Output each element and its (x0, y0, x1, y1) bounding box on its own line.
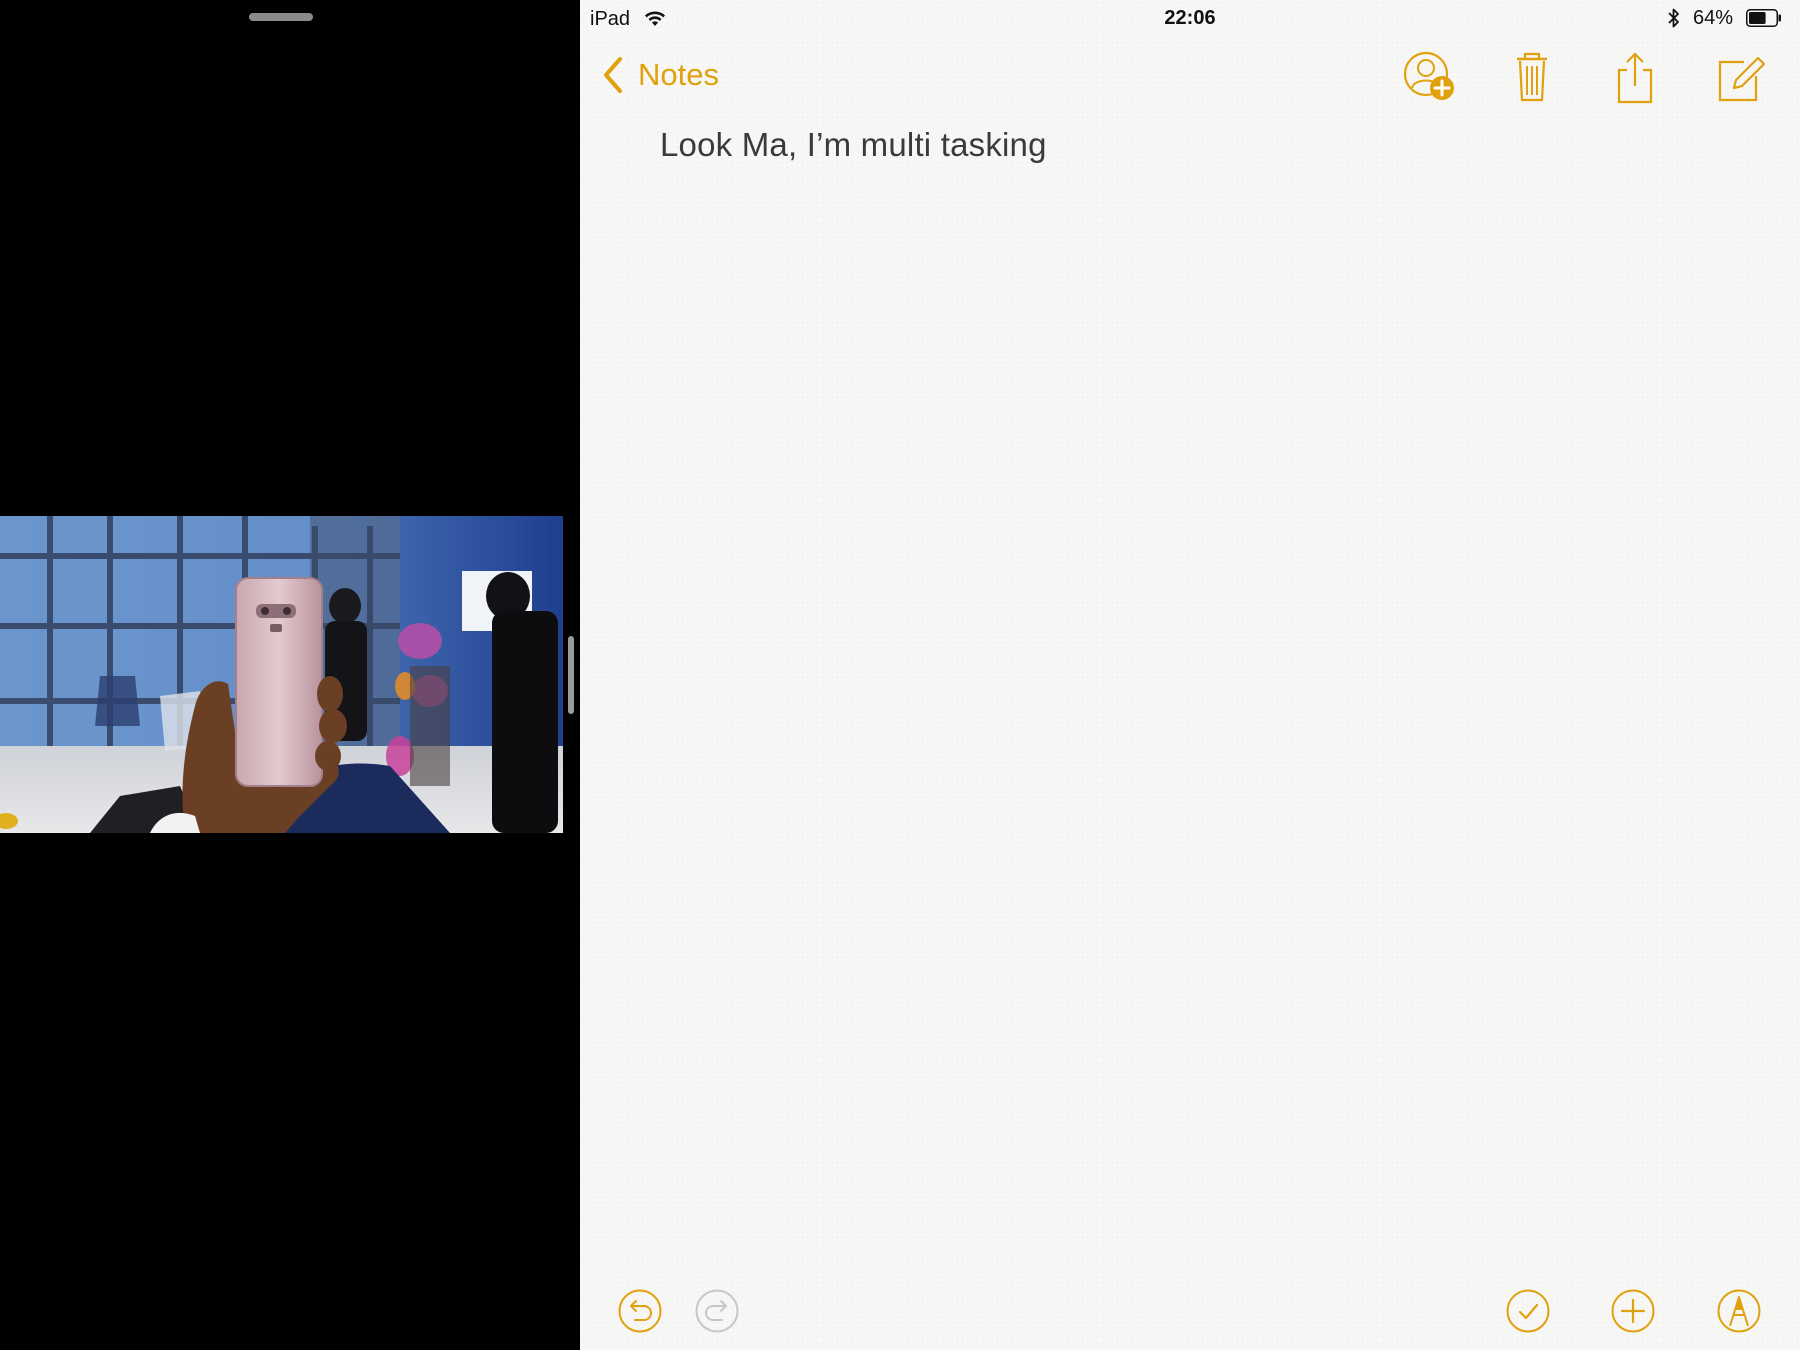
notes-nav-bar: Notes (580, 40, 1800, 110)
compose-icon[interactable] (1710, 48, 1770, 108)
ipad-screen: iPad 22:06 64% Notes Look Ma, I’m multi … (0, 0, 1800, 1350)
video-frame-image (0, 516, 563, 833)
battery-icon (1746, 9, 1781, 27)
notes-bottom-toolbar (580, 1280, 1800, 1340)
markup-icon[interactable] (1716, 1288, 1762, 1334)
battery-percent: 64% (1693, 7, 1734, 29)
share-icon[interactable] (1605, 48, 1665, 108)
bluetooth-icon (1668, 8, 1679, 28)
checklist-icon[interactable] (1505, 1288, 1551, 1334)
video-app-pane (0, 0, 580, 1350)
undo-icon[interactable] (617, 1288, 663, 1334)
multitasking-grabber[interactable] (249, 13, 313, 21)
note-body-text[interactable]: Look Ma, I’m multi tasking (660, 126, 1047, 164)
notes-app-pane: iPad 22:06 64% Notes Look Ma, I’m multi … (580, 0, 1800, 1350)
redo-icon[interactable] (694, 1288, 740, 1334)
trash-icon[interactable] (1503, 48, 1563, 108)
back-button-label: Notes (638, 57, 719, 92)
chevron-left-icon (604, 57, 622, 93)
video-player[interactable] (0, 516, 563, 833)
status-bar: iPad 22:06 64% (580, 0, 1800, 36)
status-time: 22:06 (1164, 7, 1216, 29)
back-to-notes-button[interactable]: Notes (602, 50, 719, 100)
split-view-divider-handle[interactable] (568, 636, 574, 714)
add-icon[interactable] (1610, 1288, 1656, 1334)
add-people-icon[interactable] (1400, 48, 1460, 108)
